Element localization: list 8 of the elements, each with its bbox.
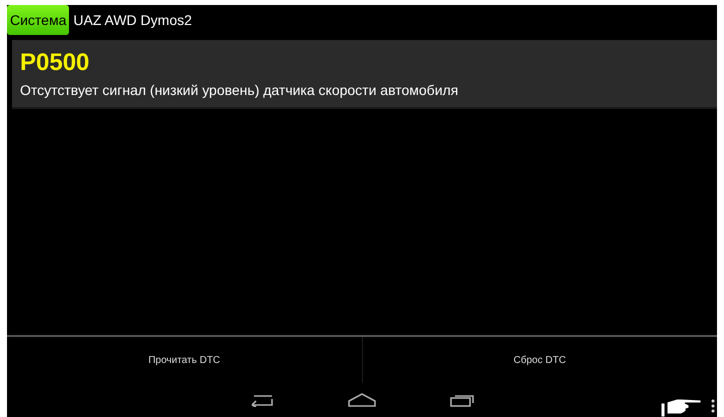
dtc-code: P0500 [20, 50, 90, 76]
app-title: UAZ AWD Dymos2 [73, 12, 192, 28]
overflow-menu-icon[interactable] [711, 399, 715, 413]
dtc-description: Отсутствует сигнал (низкий уровень) датчика скорости автомобиля [20, 82, 460, 98]
system-button[interactable]: Система [7, 5, 70, 35]
dtc-card[interactable]: P0500 Отсутствует сигнал (низкий уровень) датчика скорости автомобиля [12, 40, 717, 109]
recent-apps-icon[interactable] [450, 393, 476, 407]
home-icon[interactable] [348, 393, 376, 407]
